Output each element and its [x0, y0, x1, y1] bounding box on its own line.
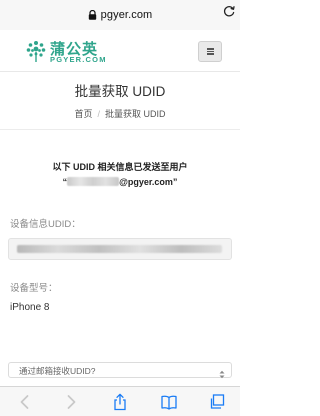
back-icon[interactable]	[16, 393, 34, 411]
browser-toolbar	[0, 386, 240, 416]
url-text: pgyer.com	[100, 9, 153, 21]
lock-icon	[88, 10, 97, 20]
page-title: 批量获取 UDID	[74, 84, 166, 99]
breadcrumb-current: 批量获取 UDID	[105, 109, 166, 119]
breadcrumb: 首页 / 批量获取 UDID	[0, 107, 240, 120]
sent-notice: 以下 UDID 相关信息已发送至用户 “@pgyer.com”	[0, 160, 240, 190]
pgyer-logo[interactable]: 蒲公英 PGYER.COM	[24, 37, 134, 67]
bookmarks-icon[interactable]	[160, 393, 178, 411]
breadcrumb-separator: /	[97, 109, 101, 119]
redacted-email	[67, 177, 120, 186]
tabs-icon[interactable]	[208, 393, 226, 411]
dandelion-icon	[24, 39, 48, 63]
browser-address-bar: pgyer.com	[0, 0, 240, 30]
email-receive-select[interactable]: 通过邮箱接收UDID?	[8, 362, 232, 379]
reload-icon[interactable]	[222, 4, 236, 18]
select-caret-icon	[219, 366, 225, 379]
forward-icon[interactable]	[62, 393, 80, 411]
site-header: 蒲公英 PGYER.COM	[0, 30, 240, 72]
notice-line: 以下 UDID 相关信息已发送至用户	[52, 162, 188, 172]
model-label: 设备型号：	[10, 283, 58, 294]
select-placeholder: 通过邮箱接收UDID?	[19, 366, 96, 376]
logo-english-text: PGYER.COM	[50, 55, 107, 64]
udid-field[interactable]	[8, 238, 232, 260]
udid-label: 设备信息UDID：	[10, 219, 81, 230]
hamburger-icon	[206, 47, 214, 56]
redacted-udid	[17, 245, 222, 253]
url-field[interactable]: pgyer.com	[6, 4, 234, 26]
notice-email: “@pgyer.com”	[0, 175, 240, 190]
email-domain: @pgyer.com”	[119, 177, 178, 187]
menu-button[interactable]	[198, 41, 222, 62]
page-title-band: 批量获取 UDID 首页 / 批量获取 UDID	[0, 72, 240, 130]
breadcrumb-home[interactable]: 首页	[74, 109, 92, 119]
share-icon[interactable]	[111, 393, 129, 411]
model-value: iPhone 8	[10, 302, 50, 313]
